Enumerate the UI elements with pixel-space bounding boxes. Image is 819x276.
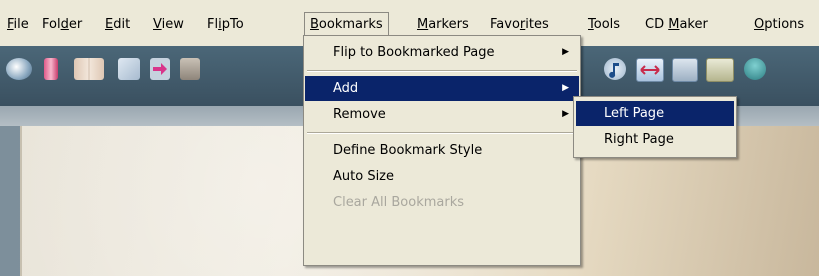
arrow-right-icon[interactable] bbox=[150, 58, 170, 80]
music-icon[interactable] bbox=[604, 58, 626, 80]
page-stack-icon[interactable] bbox=[180, 58, 200, 80]
menu-item-remove[interactable]: Remove ▶ bbox=[305, 102, 579, 127]
menu-bookmarks-rest: ookmarks bbox=[318, 17, 383, 32]
menu-cd-maker-pre: CD bbox=[645, 17, 669, 32]
menu-view-mnemonic: V bbox=[153, 17, 162, 32]
menu-item-label: Add bbox=[333, 81, 359, 96]
menu-file[interactable]: File bbox=[2, 15, 34, 34]
page-view-icon[interactable] bbox=[672, 58, 698, 82]
open-book-icon[interactable] bbox=[74, 58, 104, 80]
menu-markers-mnemonic: M bbox=[417, 17, 429, 32]
page-icon[interactable] bbox=[118, 58, 140, 80]
menu-favorites[interactable]: Favorites bbox=[485, 15, 554, 34]
menu-item-clear-all-bookmarks: Clear All Bookmarks bbox=[305, 190, 579, 215]
menu-cd-maker[interactable]: CD Maker bbox=[640, 15, 713, 34]
menu-folder-pre: Fol bbox=[42, 17, 61, 32]
thumbnail-icon[interactable] bbox=[706, 58, 734, 82]
add-submenu: Left Page Right Page bbox=[573, 96, 737, 158]
tree-icon[interactable] bbox=[744, 58, 766, 80]
menu-edit-rest: dit bbox=[113, 17, 131, 32]
menu-item-define-bookmark-style[interactable]: Define Bookmark Style bbox=[305, 138, 579, 163]
menu-item-label: Remove bbox=[333, 107, 386, 122]
menu-view-rest: iew bbox=[161, 17, 184, 32]
red-book-icon[interactable] bbox=[44, 58, 58, 80]
menu-item-label: Clear All Bookmarks bbox=[333, 195, 465, 210]
submenu-arrow-icon: ▶ bbox=[562, 47, 569, 57]
menu-tools-rest: ools bbox=[593, 17, 621, 32]
menu-item-flip-to-bookmarked-page[interactable]: Flip to Bookmarked Page ▶ bbox=[305, 40, 579, 65]
menu-edit-mnemonic: E bbox=[105, 17, 114, 32]
menu-item-label: Flip to Bookmarked Page bbox=[333, 45, 495, 60]
menu-options-mnemonic: O bbox=[754, 17, 765, 32]
menu-folder-rest: er bbox=[68, 17, 83, 32]
menu-item-label: Auto Size bbox=[333, 169, 395, 184]
menu-options-rest: ptions bbox=[764, 17, 805, 32]
menu-view[interactable]: View bbox=[148, 15, 189, 34]
menu-item-label: Define Bookmark Style bbox=[333, 143, 483, 158]
menu-folder-mnemonic: d bbox=[60, 17, 69, 32]
submenu-item-label: Right Page bbox=[604, 132, 674, 147]
menu-edit[interactable]: Edit bbox=[100, 15, 135, 34]
menu-bookmarks-mnemonic: B bbox=[310, 17, 319, 32]
menu-options[interactable]: Options bbox=[749, 15, 809, 34]
menu-flipto-pre: Fl bbox=[207, 17, 219, 32]
menu-flipto-rest: pTo bbox=[221, 17, 244, 32]
menu-flipto[interactable]: FlipTo bbox=[202, 15, 249, 34]
menu-folder[interactable]: Folder bbox=[37, 15, 87, 34]
globe-icon[interactable] bbox=[6, 58, 32, 80]
menu-cd-maker-mnemonic: M bbox=[668, 17, 680, 32]
menu-tools[interactable]: Tools bbox=[583, 15, 625, 34]
menu-item-add[interactable]: Add ▶ bbox=[305, 76, 579, 101]
submenu-item-right-page[interactable]: Right Page bbox=[576, 127, 734, 152]
fit-width-icon[interactable] bbox=[636, 58, 664, 82]
submenu-arrow-icon: ▶ bbox=[562, 109, 569, 119]
submenu-item-left-page[interactable]: Left Page bbox=[576, 101, 734, 126]
menu-separator bbox=[307, 70, 577, 72]
menu-favorites-pre: Favo bbox=[490, 17, 520, 32]
submenu-item-label: Left Page bbox=[604, 106, 665, 121]
menu-cd-maker-rest: aker bbox=[679, 17, 708, 32]
menu-file-rest: ile bbox=[13, 17, 29, 32]
menu-markers-rest: arkers bbox=[428, 17, 469, 32]
menu-separator bbox=[307, 132, 577, 134]
menu-favorites-rest: ites bbox=[525, 17, 549, 32]
menu-markers[interactable]: Markers bbox=[412, 15, 474, 34]
menu-item-auto-size[interactable]: Auto Size bbox=[305, 164, 579, 189]
bookmarks-dropdown: Flip to Bookmarked Page ▶ Add ▶ Remove ▶… bbox=[303, 35, 581, 266]
menu-bookmarks[interactable]: Bookmarks bbox=[304, 12, 389, 37]
submenu-arrow-icon: ▶ bbox=[562, 83, 569, 93]
